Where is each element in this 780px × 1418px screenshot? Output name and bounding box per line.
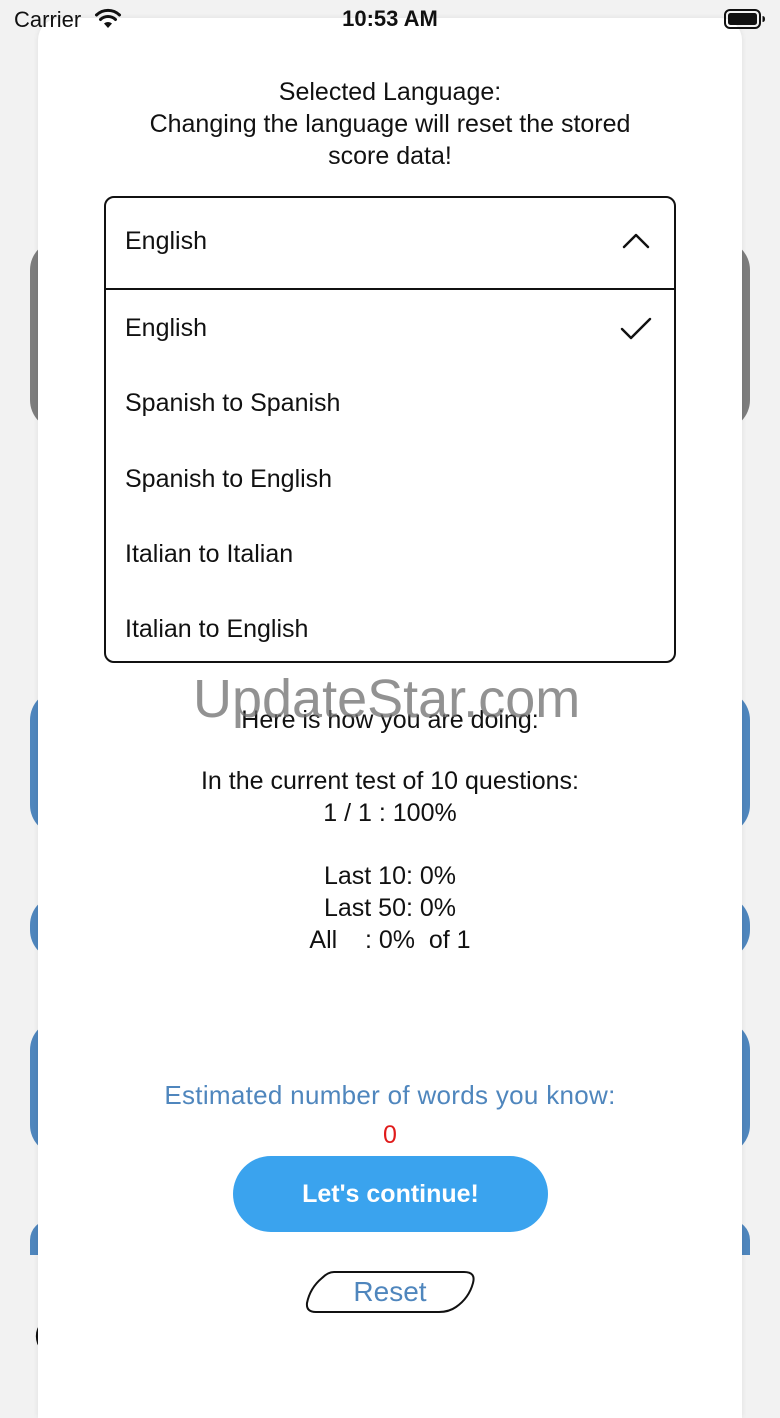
- language-warning-line: Changing the language will reset the sto…: [149, 110, 631, 138]
- continue-button[interactable]: Let's continue!: [233, 1156, 548, 1232]
- last-50-score: Last 50: 0%: [323, 894, 457, 922]
- reset-label: Reset: [353, 1276, 427, 1307]
- language-option-label: Spanish to English: [125, 465, 333, 493]
- history-stats: Last 10: 0% Last 50: 0% All : 0% of 1: [38, 860, 742, 956]
- checkmark-icon: [620, 316, 652, 347]
- language-option-label: English: [125, 314, 207, 342]
- language-dropdown-header[interactable]: English: [106, 198, 674, 290]
- watermark: UpdateStar.com: [193, 669, 581, 729]
- language-option-label: Spanish to Spanish: [125, 389, 341, 417]
- language-warning-line: score data!: [328, 142, 452, 170]
- language-option-english[interactable]: English: [106, 292, 674, 367]
- status-bar: Carrier 10:53 AM: [0, 0, 780, 40]
- current-test-score: 1 / 1 : 100%: [323, 799, 457, 827]
- all-time-score: All : 0% of 1: [309, 926, 471, 954]
- language-option-italian-italian[interactable]: Italian to Italian: [106, 518, 674, 593]
- language-option-italian-english[interactable]: Italian to English: [106, 593, 674, 668]
- estimated-words-label: Estimated number of words you know:: [164, 1080, 616, 1110]
- language-heading: Selected Language: Changing the language…: [38, 76, 742, 172]
- language-option-label: Italian to English: [125, 615, 309, 643]
- language-option-spanish-english[interactable]: Spanish to English: [106, 443, 674, 518]
- language-option-spanish-spanish[interactable]: Spanish to Spanish: [106, 367, 674, 442]
- language-selected-value: English: [125, 227, 207, 255]
- reset-button[interactable]: Reset: [304, 1270, 476, 1314]
- language-option-label: Italian to Italian: [125, 540, 294, 568]
- battery-icon: [724, 9, 766, 34]
- current-test-label: In the current test of 10 questions:: [200, 767, 579, 795]
- estimated-words-value: 0: [383, 1121, 397, 1149]
- chevron-up-icon[interactable]: [622, 232, 650, 255]
- language-heading-title: Selected Language:: [278, 78, 502, 106]
- stats-block: In the current test of 10 questions: 1 /…: [38, 765, 742, 829]
- last-10-score: Last 10: 0%: [323, 862, 457, 890]
- clock: 10:53 AM: [342, 6, 438, 31]
- language-dropdown[interactable]: English English Spanish to Spanish Spani…: [104, 196, 676, 663]
